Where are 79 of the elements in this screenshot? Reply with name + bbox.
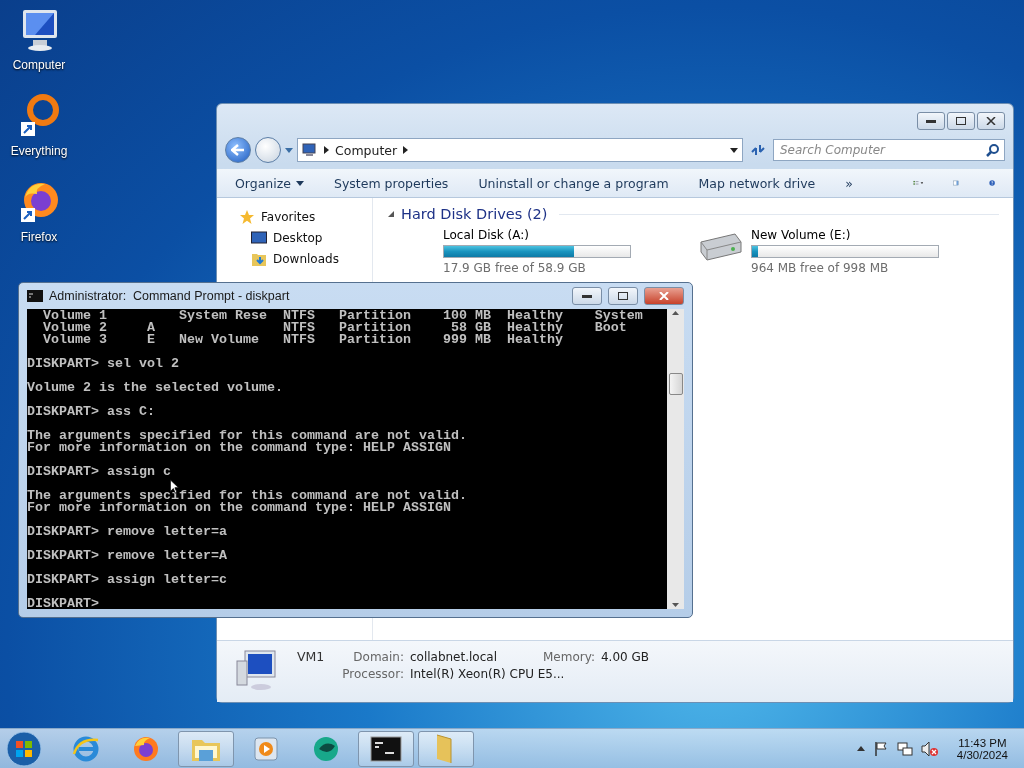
- detail-value: 4.00 GB: [600, 650, 650, 664]
- toolbar-button[interactable]: Organize: [235, 175, 304, 191]
- desktop-icon-label[interactable]: Firefox: [20, 230, 58, 244]
- address-bar[interactable]: Computer: [297, 138, 743, 162]
- console-line: For more information on the command type: HELP ASSIGN: [27, 502, 451, 514]
- nav-item[interactable]: Downloads: [273, 251, 339, 266]
- console-line: DISKPART> assign letter=c: [27, 574, 227, 586]
- maximize-button[interactable]: [947, 112, 975, 130]
- start-orb-icon[interactable]: [4, 729, 44, 768]
- maximize-icon: [618, 292, 628, 300]
- maximize-icon: [956, 117, 966, 125]
- taskbar-button[interactable]: [358, 730, 414, 767]
- forward-button[interactable]: [255, 137, 281, 163]
- minimize-icon: [926, 119, 936, 123]
- network-icon[interactable]: [896, 740, 913, 757]
- console-line: DISKPART> sel vol 2: [27, 358, 179, 370]
- desktop-icon-label[interactable]: Everything: [10, 144, 68, 158]
- console-line: DISKPART> ass C:: [27, 406, 155, 418]
- window-title: Administrator: Command Prompt - diskpart: [49, 289, 291, 303]
- scroll-down-icon[interactable]: [672, 603, 679, 607]
- detail-label: Memory:: [543, 650, 595, 664]
- scroll-thumb[interactable]: [669, 373, 683, 395]
- toolbar-button[interactable]: Map network drive: [698, 175, 816, 191]
- chevron-icon: [403, 146, 409, 154]
- detail-label: Domain:: [352, 650, 404, 664]
- play-icon: [252, 734, 280, 763]
- console-line: The arguments specified for this command are not valid.: [27, 490, 467, 502]
- group-header[interactable]: Hard Disk Drives (2): [401, 206, 548, 222]
- minimize-button[interactable]: [917, 112, 945, 130]
- detail-value: collabnet.local: [409, 650, 497, 664]
- computer-icon: [302, 143, 318, 157]
- caret-icon: [285, 147, 293, 153]
- monitor-icon: [251, 230, 267, 245]
- clock[interactable]: 11:43 PM 4/30/2024: [956, 736, 1008, 761]
- close-button[interactable]: [977, 112, 1005, 130]
- console-line: For more information on the command type: HELP ASSIGN: [27, 442, 451, 454]
- drive-free-space: 17.9 GB free of 58.9 GB: [443, 261, 587, 275]
- drive-name[interactable]: Local Disk (A:): [443, 228, 631, 242]
- scroll-up-icon[interactable]: [672, 311, 679, 315]
- console-line: Volume 2 is the selected volume.: [27, 382, 283, 394]
- more-button[interactable]: »: [845, 175, 853, 191]
- console-line: DISKPART> assign c: [27, 466, 171, 478]
- drive-name[interactable]: New Volume (E:): [751, 228, 939, 242]
- breadcrumb[interactable]: Computer: [335, 142, 398, 158]
- maximize-button[interactable]: [608, 287, 638, 305]
- drive-free-space: 964 MB free of 998 MB: [751, 261, 890, 275]
- console-line: Volume 2 A NTFS Partition 58 GB Healthy Boot: [42, 322, 627, 334]
- toolbar-button[interactable]: Uninstall or change a program: [478, 175, 669, 191]
- chevron-icon: [324, 146, 329, 154]
- computer-name: VM1: [297, 649, 325, 664]
- close-icon: [986, 117, 996, 125]
- console-line: Volume 1 System Rese NTFS Partition 100 MB Healthy System: [42, 310, 643, 322]
- back-arrow-icon: [231, 144, 245, 156]
- star-icon: [239, 208, 255, 225]
- flag-icon[interactable]: [872, 740, 889, 757]
- nav-item[interactable]: Desktop: [273, 230, 323, 245]
- console-line: DISKPART> remove letter=A: [27, 550, 227, 562]
- terminal-icon: [370, 735, 402, 762]
- console-line: DISKPART>: [27, 598, 99, 609]
- search-icon: [986, 143, 1000, 157]
- nav-item[interactable]: Favorites: [261, 209, 316, 224]
- caret-icon: [730, 147, 738, 153]
- caret-up-icon[interactable]: [856, 746, 865, 751]
- close-icon: [659, 292, 669, 300]
- detail-value: Intel(R) Xeon(R) CPU E5...: [409, 667, 566, 681]
- detail-label: Processor:: [342, 667, 404, 681]
- minimize-icon: [582, 294, 592, 298]
- terminal-icon: [27, 290, 43, 302]
- desktop-icon-label[interactable]: Computer: [12, 58, 66, 72]
- console-line: DISKPART> remove letter=a: [27, 526, 227, 538]
- console-line: The arguments specified for this command are not valid.: [27, 430, 467, 442]
- collapse-triangle-icon[interactable]: [387, 210, 395, 218]
- console-line: Volume 3 E New Volume NTFS Partition 999 MB Healthy: [42, 334, 563, 346]
- toolbar-button[interactable]: System properties: [334, 175, 449, 191]
- scrollbar[interactable]: [667, 309, 684, 609]
- back-button[interactable]: [225, 137, 251, 163]
- minimize-button[interactable]: [572, 287, 602, 305]
- search-field[interactable]: Search Computer: [773, 139, 1005, 161]
- muted-speaker-icon[interactable]: [920, 740, 939, 757]
